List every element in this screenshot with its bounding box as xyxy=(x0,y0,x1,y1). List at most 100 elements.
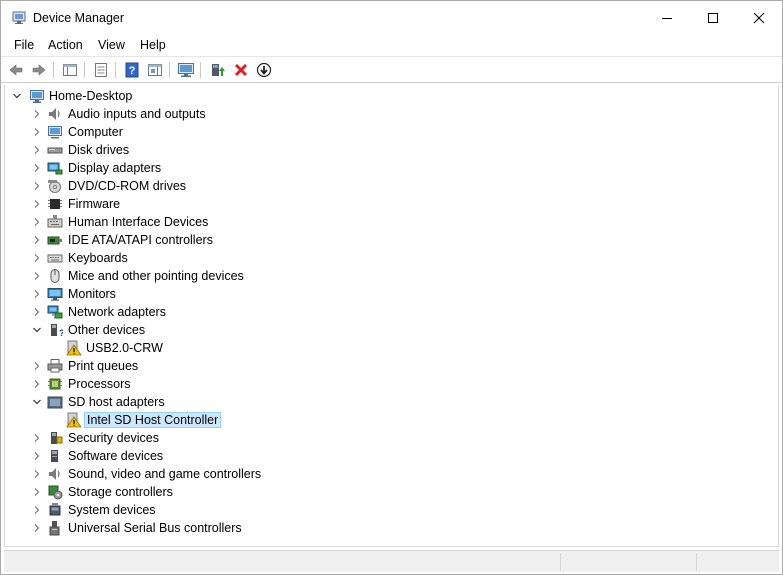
tree-item-security-devices[interactable]: Security devices xyxy=(5,429,775,447)
action-pane-button[interactable] xyxy=(145,60,165,80)
tree-child-usb2-0-crw[interactable]: USB2.0-CRW xyxy=(5,339,775,357)
tree-item-label: Firmware xyxy=(68,197,121,211)
tree-item-storage-controllers[interactable]: Storage controllers xyxy=(5,483,775,501)
expand-chevron-icon[interactable] xyxy=(32,181,42,191)
forward-button[interactable] xyxy=(29,60,49,80)
expand-chevron-icon[interactable] xyxy=(32,199,42,209)
expand-chevron-icon[interactable] xyxy=(32,433,42,443)
tree-item-ide-ata-atapi-controllers[interactable]: IDE ATA/ATAPI controllers xyxy=(5,231,775,249)
tree-item-label: Mice and other pointing devices xyxy=(68,269,244,283)
expand-chevron-icon[interactable] xyxy=(32,361,42,371)
storage-controller-icon xyxy=(47,484,63,500)
expand-chevron-icon[interactable] xyxy=(32,523,42,533)
menu-help[interactable]: Help xyxy=(140,38,166,52)
tree-item-system-devices[interactable]: System devices xyxy=(5,501,775,519)
minimize-button[interactable] xyxy=(644,1,690,35)
security-device-icon xyxy=(47,430,63,446)
svg-text:?: ? xyxy=(129,65,136,77)
disk-drive-icon xyxy=(47,142,63,158)
hid-keyboard-icon xyxy=(47,214,63,230)
device-tree[interactable]: Home-Desktop Audio inputs and outputs Com… xyxy=(4,85,779,547)
expand-chevron-icon[interactable] xyxy=(32,109,42,119)
svg-text:?: ? xyxy=(59,328,63,338)
status-bar-divider xyxy=(560,553,561,571)
back-button[interactable] xyxy=(6,60,26,80)
expand-chevron-icon[interactable] xyxy=(32,487,42,497)
expand-chevron-icon[interactable] xyxy=(32,253,42,263)
tree-item-label: Processors xyxy=(68,377,131,391)
tree-item-label: Print queues xyxy=(68,359,139,373)
software-device-icon xyxy=(47,448,63,464)
toolbar-separator xyxy=(200,62,201,78)
tree-item-display-adapters[interactable]: Display adapters xyxy=(5,159,775,177)
tree-child-intel-sd-host-controller[interactable]: Intel SD Host Controller xyxy=(5,411,775,429)
tree-item-audio-inputs-and-outputs[interactable]: Audio inputs and outputs xyxy=(5,105,775,123)
tree-item-label: Computer xyxy=(68,125,123,139)
minimize-icon xyxy=(662,18,672,19)
title-bar[interactable]: Device Manager xyxy=(1,1,782,35)
processor-icon xyxy=(47,376,63,392)
tree-item-processors[interactable]: Processors xyxy=(5,375,775,393)
tree-item-software-devices[interactable]: Software devices xyxy=(5,447,775,465)
expand-chevron-icon[interactable] xyxy=(32,505,42,515)
menu-view[interactable]: View xyxy=(98,38,125,52)
expand-chevron-icon[interactable] xyxy=(32,235,42,245)
tree-item-other-devices[interactable]: ? Other devices xyxy=(5,321,775,339)
expand-chevron-icon[interactable] xyxy=(32,289,42,299)
tree-item-universal-serial-bus-controllers[interactable]: Universal Serial Bus controllers xyxy=(5,519,775,537)
collapse-chevron-icon[interactable] xyxy=(32,325,42,335)
tree-item-computer[interactable]: Computer xyxy=(5,123,775,141)
scan-hardware-button[interactable] xyxy=(176,60,196,80)
tree-root-label: Home-Desktop xyxy=(49,89,133,103)
tree-item-human-interface-devices[interactable]: Human Interface Devices xyxy=(5,213,775,231)
expand-chevron-icon[interactable] xyxy=(32,379,42,389)
menu-action[interactable]: Action xyxy=(48,38,83,52)
tree-item-label: Storage controllers xyxy=(68,485,173,499)
expand-chevron-icon[interactable] xyxy=(32,271,42,281)
update-driver-icon xyxy=(212,64,225,76)
expand-chevron-icon[interactable] xyxy=(32,127,42,137)
expand-chevron-icon[interactable] xyxy=(32,307,42,317)
show-hide-console-tree-button[interactable] xyxy=(60,60,80,80)
tree-item-monitors[interactable]: Monitors xyxy=(5,285,775,303)
expand-chevron-icon[interactable] xyxy=(32,451,42,461)
tree-item-label: Network adapters xyxy=(68,305,166,319)
expand-chevron-icon[interactable] xyxy=(32,217,42,227)
toolbar-separator xyxy=(84,62,85,78)
collapse-chevron-icon[interactable] xyxy=(32,397,42,407)
tree-item-sound-video-and-game-controllers[interactable]: Sound, video and game controllers xyxy=(5,465,775,483)
tree-item-disk-drives[interactable]: Disk drives xyxy=(5,141,775,159)
menu-file[interactable]: File xyxy=(14,38,34,52)
disable-device-button[interactable] xyxy=(254,60,274,80)
close-icon xyxy=(753,12,765,24)
disable-device-icon xyxy=(256,62,272,78)
sound-controller-icon xyxy=(47,466,63,482)
tree-item-firmware[interactable]: Firmware xyxy=(5,195,775,213)
uninstall-device-button[interactable] xyxy=(231,60,251,80)
toolbar-separator xyxy=(115,62,116,78)
expand-chevron-icon[interactable] xyxy=(32,469,42,479)
tree-item-print-queues[interactable]: Print queues xyxy=(5,357,775,375)
monitor-icon xyxy=(47,286,63,302)
warning-device-icon xyxy=(66,412,82,428)
tree-item-label: Disk drives xyxy=(68,143,130,157)
tree-item-mice-and-other-pointing-devices[interactable]: Mice and other pointing devices xyxy=(5,267,775,285)
collapse-chevron-icon[interactable] xyxy=(12,91,22,101)
tree-item-dvd-cd-rom-drives[interactable]: DVD/CD-ROM drives xyxy=(5,177,775,195)
help-button[interactable]: ? xyxy=(122,60,142,80)
tree-item-label: Universal Serial Bus controllers xyxy=(68,521,242,535)
close-button[interactable] xyxy=(736,1,782,35)
maximize-button[interactable] xyxy=(690,1,736,35)
toolbar: ? xyxy=(1,56,782,83)
scan-hardware-icon xyxy=(178,63,194,77)
tree-item-sd-host-adapters[interactable]: SD host adapters xyxy=(5,393,775,411)
tree-item-keyboards[interactable]: Keyboards xyxy=(5,249,775,267)
expand-chevron-icon[interactable] xyxy=(32,163,42,173)
tree-item-label: Other devices xyxy=(68,323,146,337)
tree-item-network-adapters[interactable]: Network adapters xyxy=(5,303,775,321)
expand-chevron-icon[interactable] xyxy=(32,145,42,155)
tree-item-label: System devices xyxy=(68,503,156,517)
properties-button[interactable] xyxy=(91,60,111,80)
update-driver-button[interactable] xyxy=(208,60,228,80)
tree-root[interactable]: Home-Desktop xyxy=(5,87,775,105)
